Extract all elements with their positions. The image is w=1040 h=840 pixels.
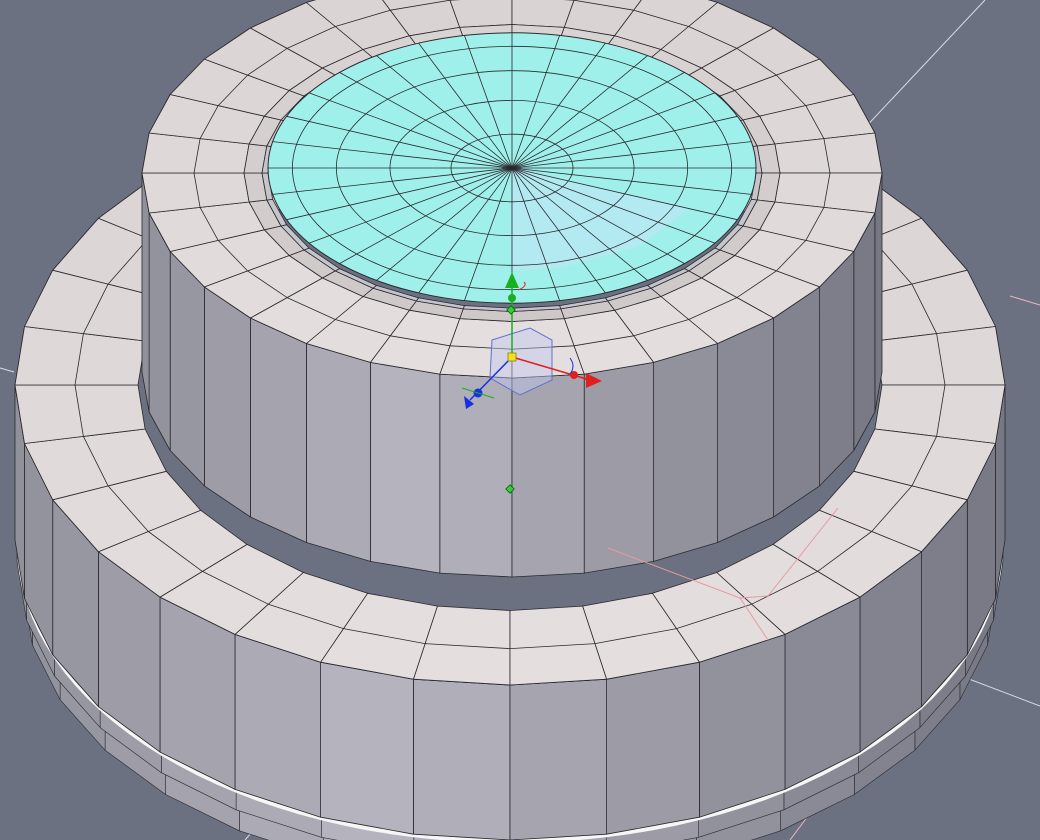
- upper-side-face[interactable]: [653, 343, 718, 562]
- upper-top-rim-face[interactable]: [141, 172, 201, 214]
- base-top-face[interactable]: [14, 326, 84, 386]
- base-side-face[interactable]: [699, 634, 786, 818]
- upper-side-face[interactable]: [511, 373, 585, 578]
- base-top-face[interactable]: [936, 384, 1006, 444]
- base-side-face[interactable]: [234, 634, 322, 818]
- upper-top-rim-face[interactable]: [141, 132, 201, 174]
- scene-canvas[interactable]: [0, 0, 1040, 840]
- upper-side-face[interactable]: [369, 361, 441, 574]
- upper-top-rim-face[interactable]: [823, 172, 883, 214]
- upper-side-face[interactable]: [305, 343, 371, 562]
- upper-side-face[interactable]: [439, 373, 513, 578]
- y-rotate-handle[interactable]: [508, 294, 516, 302]
- mesh-object[interactable]: [14, 0, 1006, 840]
- base-side-face[interactable]: [412, 678, 511, 840]
- upper-side-face[interactable]: [819, 251, 855, 487]
- upper-side-face[interactable]: [717, 317, 774, 543]
- base-side-face[interactable]: [320, 661, 414, 835]
- base-top-face[interactable]: [509, 643, 607, 686]
- base-top-face[interactable]: [936, 326, 1006, 386]
- base-top-face[interactable]: [14, 384, 84, 444]
- upper-side-face[interactable]: [583, 361, 654, 574]
- upper-top-rim-face[interactable]: [823, 132, 883, 174]
- 3d-viewport[interactable]: [0, 0, 1040, 840]
- upper-side-face[interactable]: [148, 212, 171, 451]
- gizmo-center-handle[interactable]: [507, 352, 517, 362]
- base-top-face[interactable]: [412, 643, 511, 686]
- upper-side-face[interactable]: [249, 317, 307, 543]
- upper-side-face[interactable]: [203, 286, 251, 518]
- upper-side-face[interactable]: [853, 212, 876, 451]
- upper-side-face[interactable]: [773, 286, 820, 518]
- base-side-face[interactable]: [606, 661, 700, 835]
- upper-side-face[interactable]: [169, 251, 205, 487]
- base-side-face[interactable]: [509, 678, 607, 840]
- selected-cap[interactable]: [267, 32, 757, 304]
